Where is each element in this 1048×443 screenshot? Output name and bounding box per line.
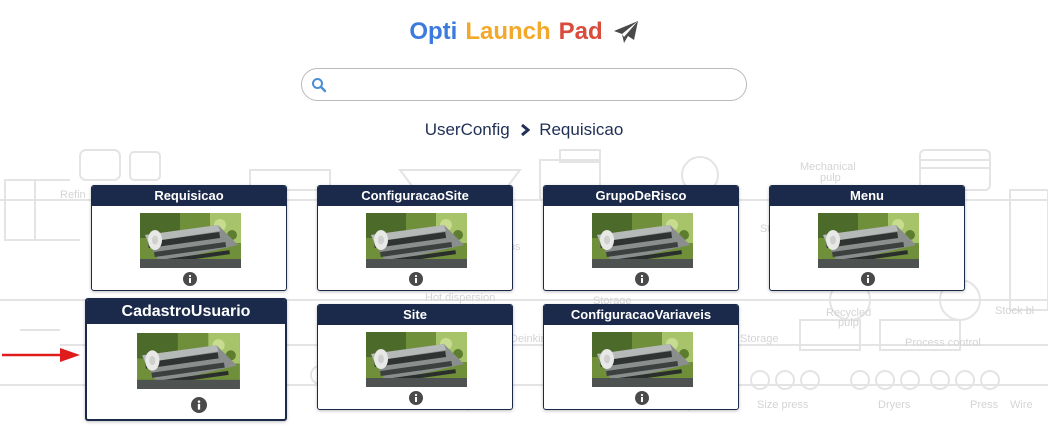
info-icon[interactable] <box>635 391 649 405</box>
app-card-grupoderisco[interactable]: GrupoDeRisco <box>543 185 739 291</box>
svg-text:Size press: Size press <box>757 399 809 411</box>
svg-text:pulp: pulp <box>820 172 841 184</box>
info-icon[interactable] <box>409 272 423 286</box>
svg-text:Press: Press <box>970 399 999 411</box>
svg-text:Process control: Process control <box>905 337 981 349</box>
paper-plane-icon <box>613 21 638 43</box>
card-thumbnail <box>592 332 693 387</box>
title-word-pad: Pad <box>558 18 603 45</box>
breadcrumb: UserConfig Requisicao <box>0 120 1048 140</box>
info-icon[interactable] <box>635 272 649 286</box>
title-word-opti: Opti <box>409 18 458 45</box>
info-icon[interactable] <box>183 272 197 286</box>
card-title: Requisicao <box>92 186 286 206</box>
red-arrow-pointer-icon <box>2 348 80 362</box>
app-card-requisicao[interactable]: Requisicao <box>91 185 287 291</box>
card-title: Site <box>318 305 512 325</box>
app-card-cadastrousuario[interactable]: CadastroUsuario <box>85 298 287 421</box>
svg-text:Wire: Wire <box>1010 399 1033 411</box>
search-bar[interactable] <box>301 68 747 101</box>
app-card-menu[interactable]: Menu <box>769 185 965 291</box>
info-icon[interactable] <box>409 391 423 405</box>
card-thumbnail <box>137 333 240 389</box>
app-card-configuracaovariaveis[interactable]: ConfiguracaoVariaveis <box>543 304 739 410</box>
info-icon[interactable] <box>191 397 207 413</box>
card-thumbnail <box>592 213 693 268</box>
card-thumbnail <box>818 213 919 268</box>
svg-text:Hot dispersion: Hot dispersion <box>425 292 495 304</box>
breadcrumb-root[interactable]: UserConfig <box>425 120 510 139</box>
app-header: Opti Launch Pad <box>0 18 1048 46</box>
card-thumbnail <box>366 332 467 387</box>
title-word-launch: Launch <box>465 18 551 45</box>
info-icon[interactable] <box>861 272 875 286</box>
svg-text:Refin: Refin <box>60 189 86 201</box>
search-input[interactable] <box>332 73 736 99</box>
chevron-right-icon <box>521 124 531 136</box>
app-card-site[interactable]: Site <box>317 304 513 410</box>
card-title: Menu <box>770 186 964 206</box>
svg-text:Storage: Storage <box>740 333 779 345</box>
card-title: ConfiguracaoSite <box>318 186 512 206</box>
breadcrumb-current: Requisicao <box>539 120 624 139</box>
app-card-configuracaosite[interactable]: ConfiguracaoSite <box>317 185 513 291</box>
card-title: GrupoDeRisco <box>544 186 738 206</box>
svg-text:pulp: pulp <box>838 317 859 329</box>
card-title: CadastroUsuario <box>87 300 285 324</box>
card-thumbnail <box>366 213 467 268</box>
svg-text:Dryers: Dryers <box>878 399 911 411</box>
card-thumbnail <box>140 213 241 268</box>
card-title: ConfiguracaoVariaveis <box>544 305 738 325</box>
app-title: Opti Launch Pad <box>409 18 638 46</box>
svg-text:Stock bl: Stock bl <box>995 305 1034 317</box>
search-icon <box>312 78 327 93</box>
